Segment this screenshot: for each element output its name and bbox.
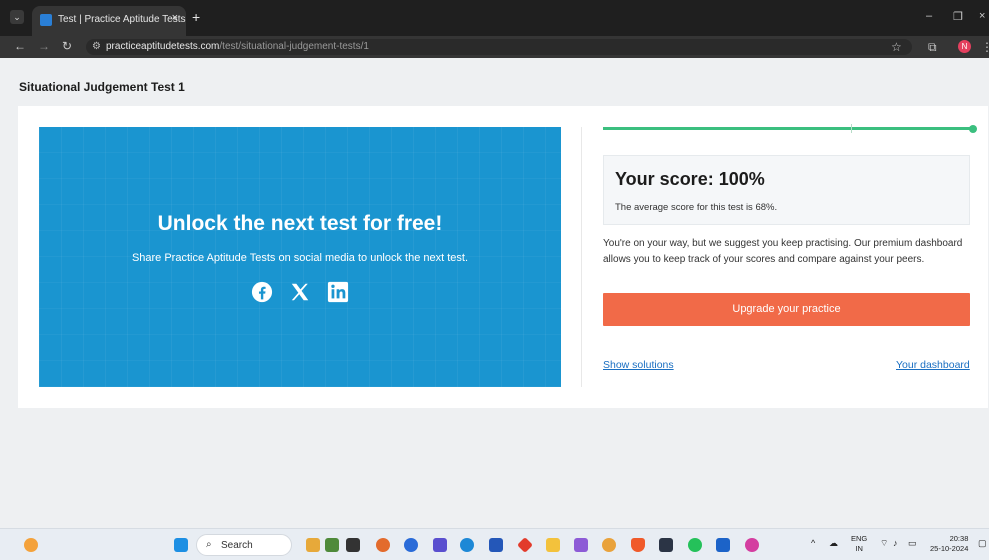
- promo-subtext: Share Practice Aptitude Tests on social …: [131, 252, 469, 264]
- browser-tab-bar: ⌄ Test | Practice Aptitude Tests × + – ❐…: [0, 0, 989, 36]
- restore-button[interactable]: ❐: [953, 10, 963, 23]
- unlock-promo-panel: Unlock the next test for free! Share Pra…: [39, 127, 561, 387]
- wifi-icon[interactable]: ⌔: [880, 538, 888, 549]
- whatsapp-icon[interactable]: [688, 538, 702, 552]
- browser-menu-icon[interactable]: ⋮: [981, 40, 989, 54]
- notifications-icon[interactable]: ▢: [978, 538, 987, 549]
- forward-arrow-icon[interactable]: →: [38, 39, 50, 53]
- system-clock[interactable]: 20:38 25-10-2024: [930, 534, 968, 554]
- close-window-button[interactable]: ×: [979, 10, 985, 22]
- advice-text: You're on your way, but we suggest you k…: [603, 238, 963, 265]
- test-progress-bar: [603, 124, 977, 133]
- linkedin-icon[interactable]: [327, 281, 349, 303]
- address-bar-row: ← → ↻ ⚙ practiceaptitudetests.com/test/s…: [0, 36, 989, 58]
- pinned-app-icon[interactable]: [745, 538, 759, 552]
- start-menu-icon[interactable]: [174, 538, 188, 552]
- your-dashboard-link[interactable]: Your dashboard: [896, 359, 970, 371]
- facebook-icon[interactable]: [251, 281, 273, 303]
- social-share-row: [251, 281, 351, 305]
- x-icon[interactable]: [289, 281, 311, 303]
- chrome-icon[interactable]: [602, 538, 616, 552]
- back-arrow-icon[interactable]: ←: [14, 39, 26, 53]
- pinned-app-icon[interactable]: [489, 538, 503, 552]
- widgets-icon[interactable]: [24, 538, 38, 552]
- pinned-app-icon[interactable]: [517, 537, 533, 553]
- profile-avatar[interactable]: N: [958, 40, 971, 53]
- brave-icon[interactable]: [631, 538, 645, 552]
- url-field[interactable]: ⚙ practiceaptitudetests.com/test/situati…: [86, 39, 912, 55]
- edge-icon[interactable]: [460, 538, 474, 552]
- page-content: Situational Judgement Test 1 Unlock the …: [0, 58, 989, 528]
- file-explorer-icon[interactable]: [546, 538, 560, 552]
- pinned-app-icon[interactable]: [376, 538, 390, 552]
- taskbar-search-label: Search: [221, 540, 253, 551]
- average-score-text: The average score for this test is 68%.: [615, 202, 778, 213]
- score-title: Your score: 100%: [615, 169, 765, 189]
- reload-icon[interactable]: ↻: [62, 39, 72, 53]
- onedrive-icon[interactable]: ☁: [829, 538, 838, 549]
- pinned-app-icon[interactable]: [346, 538, 360, 552]
- new-tab-button[interactable]: +: [192, 9, 200, 25]
- column-divider: [581, 127, 582, 387]
- tab-close-icon[interactable]: ×: [172, 12, 178, 24]
- site-info-icon[interactable]: ⚙: [92, 41, 101, 52]
- upgrade-practice-button[interactable]: Upgrade your practice: [603, 293, 970, 326]
- volume-icon[interactable]: ♪: [893, 538, 898, 548]
- search-icon: ⌕: [206, 539, 212, 550]
- pinned-app-icon[interactable]: [574, 538, 588, 552]
- results-card: Unlock the next test for free! Share Pra…: [18, 106, 988, 408]
- site-favicon-icon: [40, 14, 52, 26]
- taskbar-search[interactable]: ⌕ Search: [196, 534, 292, 556]
- minimize-button[interactable]: –: [926, 10, 932, 22]
- tray-overflow-icon[interactable]: ^: [811, 538, 815, 548]
- input-language[interactable]: ENG IN: [851, 534, 867, 554]
- pinned-app-icon[interactable]: [659, 538, 673, 552]
- tab-title: Test | Practice Aptitude Tests: [58, 14, 186, 25]
- extensions-icon[interactable]: ⧉: [928, 40, 937, 55]
- show-solutions-link[interactable]: Show solutions: [603, 359, 674, 371]
- url-path: /test/situational-judgement-tests/1: [219, 41, 369, 52]
- bookmark-star-icon[interactable]: ☆: [891, 40, 902, 54]
- pinned-app-icon[interactable]: [306, 538, 320, 552]
- os-taskbar: ⌕ Search ^ ☁ ENG IN ⌔ ♪ ▭ 20:38 25-10-20…: [0, 528, 989, 560]
- battery-icon[interactable]: ▭: [908, 538, 917, 549]
- url-domain: practiceaptitudetests.com: [106, 41, 220, 52]
- word-icon[interactable]: [716, 538, 730, 552]
- tab-search-menu-icon[interactable]: ⌄: [10, 10, 24, 24]
- progress-fill: [603, 127, 972, 130]
- teams-icon[interactable]: [433, 538, 447, 552]
- promo-heading: Unlock the next test for free!: [157, 212, 443, 235]
- page-title: Situational Judgement Test 1: [19, 80, 185, 94]
- pinned-app-icon[interactable]: [325, 538, 339, 552]
- pinned-app-icon[interactable]: [404, 538, 418, 552]
- browser-tab[interactable]: Test | Practice Aptitude Tests ×: [32, 6, 186, 36]
- score-summary-box: Your score: 100% The average score for t…: [603, 155, 970, 225]
- progress-end-dot: [969, 125, 977, 133]
